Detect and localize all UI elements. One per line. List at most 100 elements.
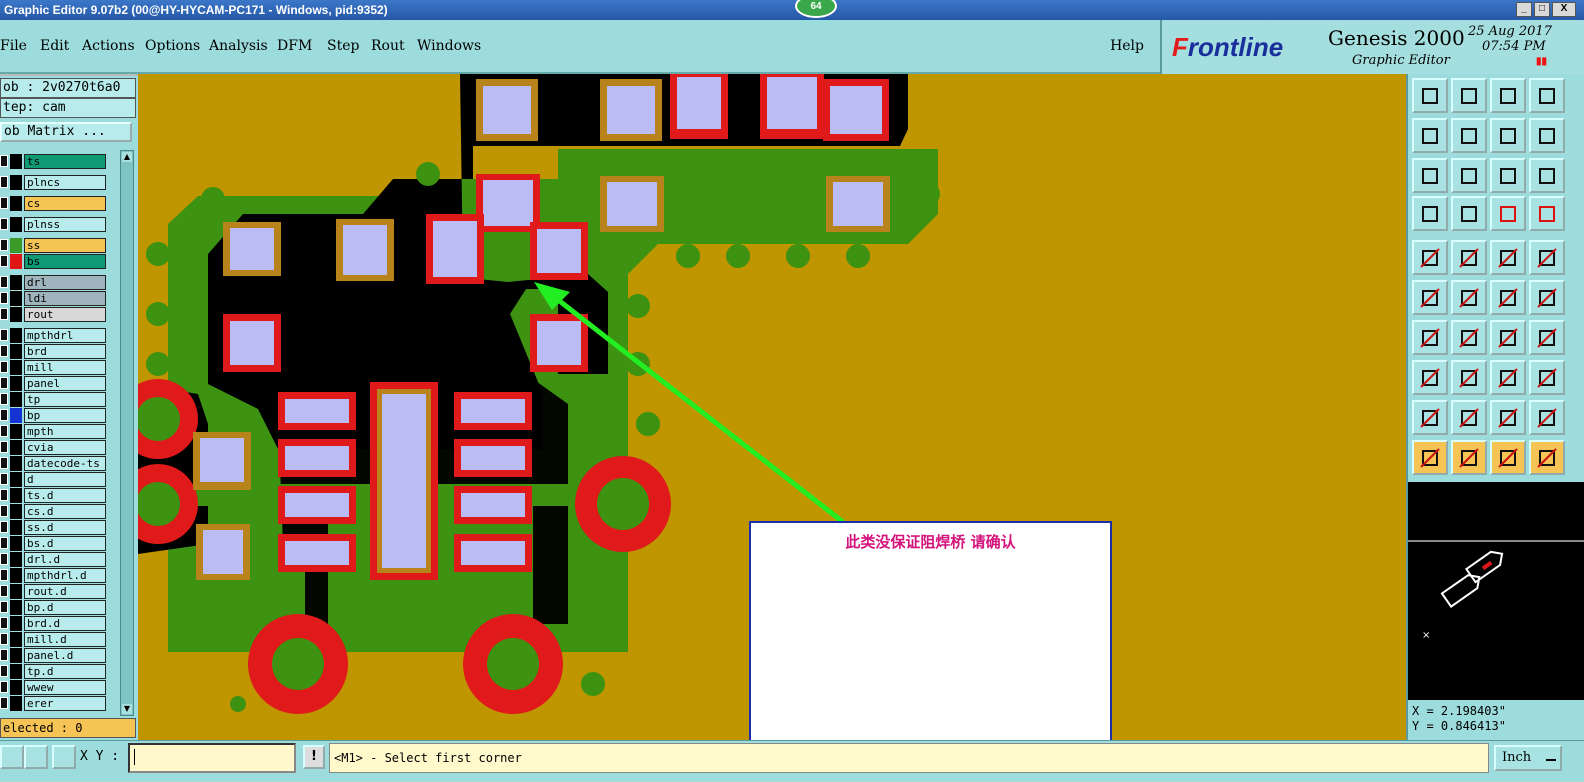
layer-color-swatch[interactable] bbox=[10, 154, 22, 169]
menu-step[interactable]: Step bbox=[327, 38, 359, 54]
layer-color-swatch[interactable] bbox=[10, 600, 22, 615]
layer-name[interactable]: rout bbox=[24, 307, 106, 322]
layer-name[interactable]: brd bbox=[24, 344, 106, 359]
layer-name[interactable]: ts bbox=[24, 154, 106, 169]
layer-select-icon[interactable] bbox=[1490, 196, 1526, 231]
layer-checkbox[interactable] bbox=[0, 553, 8, 565]
scroll-up-icon[interactable]: ▲ bbox=[122, 152, 132, 162]
layer-color-swatch[interactable] bbox=[10, 536, 22, 551]
layer-name[interactable]: wwew bbox=[24, 680, 106, 695]
layer-name[interactable]: erer bbox=[24, 696, 106, 711]
layer-scrollbar[interactable]: ▲ ▼ bbox=[120, 150, 134, 716]
layer-name[interactable]: panel bbox=[24, 376, 106, 391]
layer-color-swatch[interactable] bbox=[10, 376, 22, 391]
triangle-a-icon[interactable] bbox=[1451, 400, 1487, 435]
layer-name[interactable]: bp bbox=[24, 408, 106, 423]
menu-help[interactable]: Help bbox=[1110, 38, 1144, 54]
dot-icon[interactable] bbox=[1529, 240, 1565, 275]
layer-name[interactable]: mpthdrl.d bbox=[24, 568, 106, 583]
layer-name[interactable]: tp.d bbox=[24, 664, 106, 679]
layer-color-swatch[interactable] bbox=[10, 196, 22, 211]
zoom-center-icon[interactable] bbox=[1451, 158, 1487, 193]
layer-name[interactable]: cs.d bbox=[24, 504, 106, 519]
layer-checkbox[interactable] bbox=[0, 649, 8, 661]
layer-color-swatch[interactable] bbox=[10, 648, 22, 663]
layer-row[interactable]: bp.d bbox=[0, 600, 118, 615]
window-icon[interactable] bbox=[1529, 78, 1565, 113]
layer-name[interactable]: bs bbox=[24, 254, 106, 269]
layer-row[interactable]: cs.d bbox=[0, 504, 118, 519]
layer-checkbox[interactable] bbox=[0, 537, 8, 549]
layer-color-swatch[interactable] bbox=[10, 488, 22, 503]
layer-checkbox[interactable] bbox=[0, 425, 8, 437]
grid-snap-icon[interactable] bbox=[52, 745, 76, 769]
close-button[interactable]: X bbox=[1552, 2, 1576, 17]
layer-name[interactable]: cs bbox=[24, 196, 106, 211]
warning-button[interactable]: ! bbox=[303, 745, 325, 769]
layer-row[interactable]: brd.d bbox=[0, 616, 118, 631]
layer-checkbox[interactable] bbox=[0, 377, 8, 389]
layer-color-swatch[interactable] bbox=[10, 254, 22, 269]
triangle-b-icon[interactable] bbox=[1490, 400, 1526, 435]
layer-name[interactable]: mpth bbox=[24, 424, 106, 439]
menu-rout[interactable]: Rout bbox=[371, 38, 405, 54]
layer-row[interactable]: rout.d bbox=[0, 584, 118, 599]
xy-input[interactable] bbox=[128, 743, 296, 773]
layer-name[interactable]: mill bbox=[24, 360, 106, 375]
layer-color-swatch[interactable] bbox=[10, 175, 22, 190]
layer-color-swatch[interactable] bbox=[10, 275, 22, 290]
layer-name[interactable]: plncs bbox=[24, 175, 106, 190]
layer-checkbox[interactable] bbox=[0, 601, 8, 613]
layer-color-swatch[interactable] bbox=[10, 616, 22, 631]
layer-checkbox[interactable] bbox=[0, 393, 8, 405]
layer-row[interactable]: ss.d bbox=[0, 520, 118, 535]
layer-checkbox[interactable] bbox=[0, 218, 8, 230]
pan-left-icon[interactable] bbox=[1412, 118, 1448, 153]
layer-row[interactable]: d bbox=[0, 472, 118, 487]
layer-checkbox[interactable] bbox=[0, 489, 8, 501]
move-icon[interactable] bbox=[1412, 360, 1448, 395]
select-red-icon[interactable] bbox=[1490, 440, 1526, 475]
layer-color-swatch[interactable] bbox=[10, 440, 22, 455]
snap-icon[interactable] bbox=[1412, 196, 1448, 231]
layer-name[interactable]: d bbox=[24, 472, 106, 487]
layer-checkbox[interactable] bbox=[0, 665, 8, 677]
layer-checkbox[interactable] bbox=[0, 197, 8, 209]
layer-name[interactable]: ss.d bbox=[24, 520, 106, 535]
layer-checkbox[interactable] bbox=[0, 239, 8, 251]
rotate-icon[interactable] bbox=[1490, 118, 1526, 153]
layer-color-swatch[interactable] bbox=[10, 408, 22, 423]
select-box-icon[interactable] bbox=[1451, 440, 1487, 475]
cross-icon[interactable] bbox=[1451, 280, 1487, 315]
layer-checkbox[interactable] bbox=[0, 276, 8, 288]
layer-row[interactable]: plncs bbox=[0, 175, 118, 190]
layer-name[interactable]: rout.d bbox=[24, 584, 106, 599]
layer-name[interactable]: plnss bbox=[24, 217, 106, 232]
layer-row[interactable]: brd bbox=[0, 344, 118, 359]
layer-row[interactable]: wwew bbox=[0, 680, 118, 695]
help-icon[interactable] bbox=[1529, 158, 1565, 193]
home-up-icon[interactable] bbox=[1412, 78, 1448, 113]
snap-corner-icon[interactable] bbox=[0, 745, 24, 769]
layer-row[interactable]: ldi bbox=[0, 291, 118, 306]
layer-checkbox[interactable] bbox=[0, 361, 8, 373]
layer-color-swatch[interactable] bbox=[10, 238, 22, 253]
layer-color-swatch[interactable] bbox=[10, 472, 22, 487]
layer-color-swatch[interactable] bbox=[10, 392, 22, 407]
layer-color-swatch[interactable] bbox=[10, 568, 22, 583]
triangle-small-icon[interactable] bbox=[1412, 400, 1448, 435]
layer-checkbox[interactable] bbox=[0, 473, 8, 485]
job-matrix-button[interactable]: ob Matrix ... bbox=[0, 122, 132, 142]
layer-checkbox[interactable] bbox=[0, 292, 8, 304]
pan-right-icon[interactable] bbox=[1451, 118, 1487, 153]
minimize-button[interactable]: _ bbox=[1516, 2, 1532, 17]
layer-color-swatch[interactable] bbox=[10, 584, 22, 599]
layer-color-swatch[interactable] bbox=[10, 328, 22, 343]
home-icon[interactable] bbox=[1490, 78, 1526, 113]
layer-name[interactable]: datecode-ts bbox=[24, 456, 106, 471]
line-out-icon[interactable] bbox=[1529, 280, 1565, 315]
layer-color-swatch[interactable] bbox=[10, 632, 22, 647]
layer-color-swatch[interactable] bbox=[10, 217, 22, 232]
layer-row[interactable]: rout bbox=[0, 307, 118, 322]
layer-row[interactable]: bp bbox=[0, 408, 118, 423]
